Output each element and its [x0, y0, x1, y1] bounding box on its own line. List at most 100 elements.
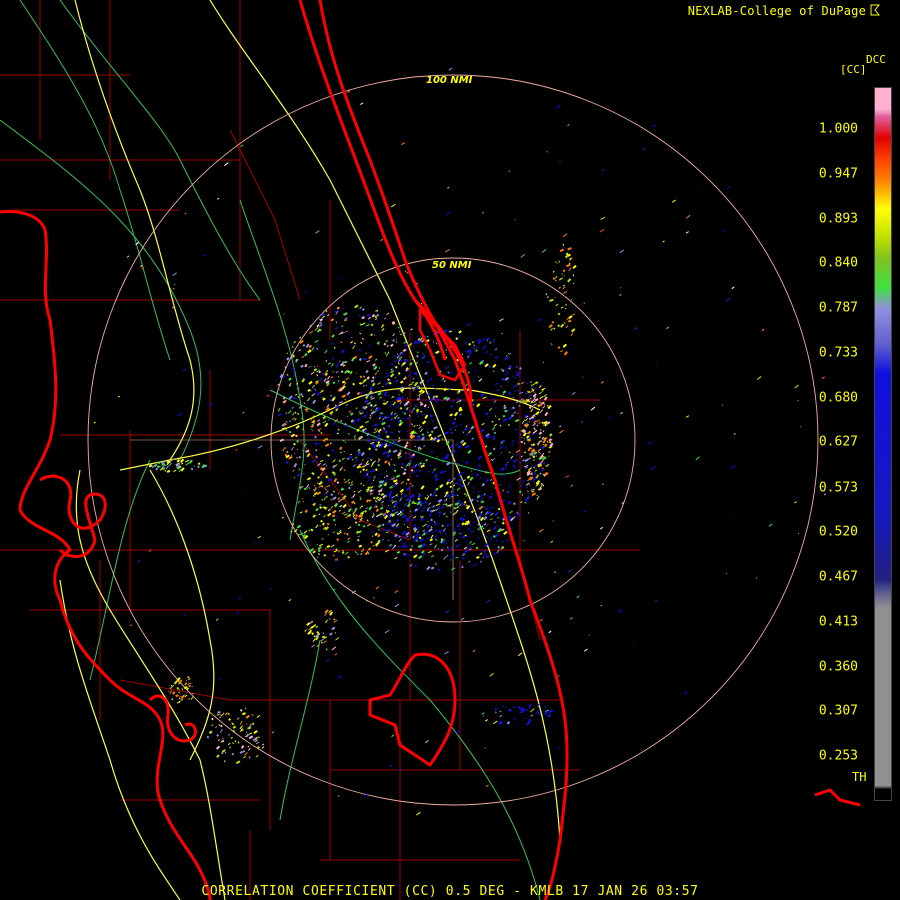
radar-gate	[524, 418, 529, 422]
radar-gate	[312, 550, 316, 554]
radar-gate	[493, 521, 497, 524]
radar-gate	[399, 333, 402, 336]
colorbar-tick-label: 0.787	[818, 300, 858, 316]
radar-gate	[339, 504, 343, 508]
radar-gate	[444, 610, 450, 614]
radar-gate	[352, 345, 356, 350]
radar-gate	[424, 371, 428, 376]
radar-gate	[397, 440, 401, 443]
radar-gate	[632, 642, 635, 644]
radar-gate	[315, 323, 317, 325]
radar-gate	[377, 533, 381, 538]
radar-gate	[416, 811, 421, 816]
radar-gate	[455, 556, 459, 559]
radar-gate	[761, 328, 765, 332]
radar-gate	[620, 411, 624, 415]
radar-gate	[480, 560, 482, 563]
radar-gate	[455, 730, 461, 734]
radar-gate	[356, 553, 359, 556]
radar-gate	[525, 708, 529, 711]
radar-gate	[456, 523, 461, 528]
radar-gate	[471, 470, 473, 472]
radar-gate	[482, 715, 485, 717]
radar-gate	[255, 755, 259, 758]
radar-gate	[286, 451, 289, 454]
radar-gate	[169, 690, 173, 695]
radar-gate	[368, 404, 370, 407]
radar-gate	[419, 402, 424, 406]
radar-gate	[358, 348, 362, 352]
radar-gate	[316, 543, 319, 546]
radar-gate	[531, 492, 537, 497]
radar-gate	[355, 530, 360, 535]
radar-gate	[416, 424, 419, 427]
radar-gate	[330, 376, 334, 379]
radar-gate	[520, 440, 524, 444]
radar-gate	[524, 501, 527, 504]
radar-gate	[437, 434, 442, 438]
radar-gate	[563, 275, 566, 277]
radar-gate	[562, 286, 566, 290]
radar-gate	[505, 368, 508, 371]
radar-gate	[293, 463, 298, 468]
radar-gate	[608, 416, 611, 419]
radar-gate	[435, 538, 438, 541]
radar-gate	[338, 550, 341, 553]
radar-gate	[362, 384, 365, 388]
radar-gate	[381, 500, 385, 504]
radar-gate	[539, 618, 543, 622]
radar-gate	[422, 412, 427, 416]
radar-gate	[391, 444, 393, 446]
radar-gate	[454, 424, 458, 429]
radar-gate	[465, 535, 468, 538]
radar-gate	[527, 446, 532, 452]
radar-gate	[550, 540, 554, 544]
radar-gate	[533, 464, 537, 468]
radar-gate	[355, 407, 358, 410]
radar-gate	[390, 466, 393, 468]
radar-gate	[215, 745, 221, 750]
radar-gate	[317, 428, 322, 431]
radar-gate	[403, 377, 406, 381]
radar-gate	[518, 394, 520, 396]
radar-gate	[184, 212, 187, 215]
radar-gate	[562, 233, 568, 238]
radar-gate	[537, 318, 542, 322]
radar-gate	[356, 437, 359, 440]
radar-gate	[371, 382, 376, 387]
radar-gate	[399, 406, 403, 410]
radar-gate	[468, 342, 471, 346]
radar-gate	[297, 500, 301, 504]
radar-gate	[216, 754, 220, 759]
radar-gate	[525, 392, 529, 395]
radar-gate	[224, 752, 227, 754]
radar-gate	[313, 368, 318, 372]
radar-gate	[557, 675, 560, 678]
radar-gate	[482, 396, 487, 400]
radar-gate	[465, 540, 468, 543]
radar-gate	[431, 419, 435, 423]
radar-gate	[421, 433, 425, 437]
radar-gate	[533, 387, 537, 391]
radar-gate	[351, 458, 354, 461]
radar-gate	[427, 494, 429, 497]
radar-gate	[292, 469, 295, 472]
radar-gate	[377, 477, 380, 480]
radar-gate	[478, 378, 483, 382]
radar-gate	[308, 366, 310, 368]
radar-gate	[242, 712, 246, 716]
radar-gate	[526, 381, 529, 384]
radar-gate	[600, 604, 602, 607]
radar-gate	[489, 518, 492, 521]
radar-gate	[499, 516, 503, 520]
radar-gate	[404, 542, 407, 544]
radar-gate	[410, 545, 413, 548]
radar-gate	[484, 747, 486, 749]
radar-gate	[552, 520, 554, 522]
ring-label-50-nmi: 50 NMI	[432, 260, 472, 271]
radar-gate	[490, 506, 495, 509]
radar-gate	[375, 586, 380, 590]
radar-gate	[416, 354, 419, 358]
radar-gate	[559, 248, 565, 253]
radar-gate	[567, 569, 572, 573]
